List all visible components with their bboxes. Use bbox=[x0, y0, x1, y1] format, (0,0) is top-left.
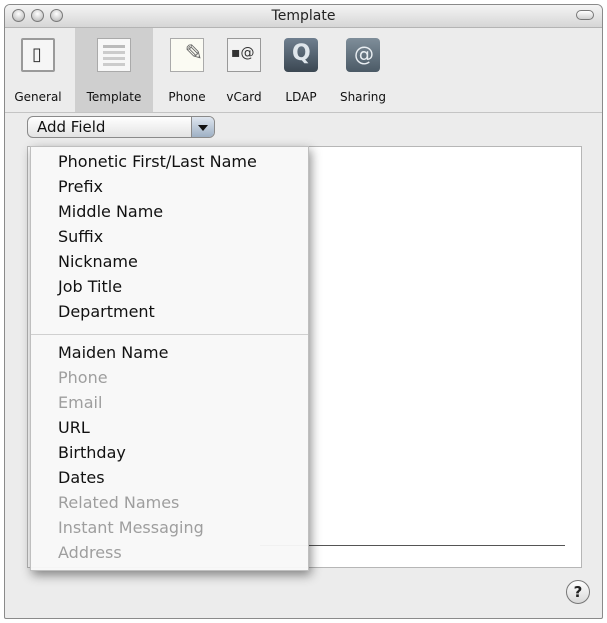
menu-item-nickname[interactable]: Nickname bbox=[58, 252, 138, 272]
tab-sharing[interactable]: Sharing bbox=[331, 28, 395, 112]
tab-vcard-label: vCard bbox=[226, 90, 262, 104]
chevron-down-icon[interactable] bbox=[191, 117, 214, 137]
menu-item-maiden-name[interactable]: Maiden Name bbox=[58, 343, 168, 363]
title-bar[interactable]: Template bbox=[5, 5, 602, 28]
preferences-toolbar: General Template Phone vCard LDAP Sharin… bbox=[5, 28, 602, 113]
menu-item-job-title[interactable]: Job Title bbox=[58, 277, 122, 297]
menu-item-phone: Phone bbox=[58, 368, 108, 387]
window-title: Template bbox=[271, 8, 336, 24]
menu-item-related-names: Related Names bbox=[58, 493, 180, 512]
tab-general[interactable]: General bbox=[7, 28, 69, 112]
ldap-icon bbox=[284, 38, 318, 72]
menu-item-birthday[interactable]: Birthday bbox=[58, 443, 126, 463]
menu-item-phonetic-name[interactable]: Phonetic First/Last Name bbox=[58, 152, 257, 172]
menu-item-email: Email bbox=[58, 393, 103, 412]
add-field-menu: Phonetic First/Last Name Prefix Middle N… bbox=[30, 146, 309, 571]
tab-phone-label: Phone bbox=[168, 90, 206, 104]
tab-template[interactable]: Template bbox=[75, 28, 153, 112]
tab-general-label: General bbox=[14, 90, 62, 104]
tab-ldap-label: LDAP bbox=[285, 90, 317, 104]
template-icon bbox=[97, 38, 131, 72]
menu-item-prefix[interactable]: Prefix bbox=[58, 177, 103, 197]
menu-item-dates[interactable]: Dates bbox=[58, 468, 105, 488]
tab-ldap[interactable]: LDAP bbox=[275, 28, 327, 112]
toolbar-toggle-button[interactable] bbox=[576, 10, 594, 20]
tab-template-label: Template bbox=[86, 90, 142, 104]
help-button[interactable]: ? bbox=[566, 580, 590, 604]
menu-item-department[interactable]: Department bbox=[58, 302, 155, 322]
vcard-icon bbox=[227, 38, 261, 72]
menu-item-instant-messaging: Instant Messaging bbox=[58, 518, 204, 537]
menu-item-url[interactable]: URL bbox=[58, 418, 90, 438]
menu-item-address: Address bbox=[58, 543, 122, 562]
menu-separator bbox=[31, 334, 308, 335]
add-field-label: Add Field bbox=[37, 118, 106, 136]
menu-item-middle-name[interactable]: Middle Name bbox=[58, 202, 163, 222]
phone-icon bbox=[170, 38, 204, 72]
tab-vcard[interactable]: vCard bbox=[219, 28, 269, 112]
menu-item-suffix[interactable]: Suffix bbox=[58, 227, 103, 247]
general-icon bbox=[21, 38, 55, 72]
tab-phone[interactable]: Phone bbox=[159, 28, 215, 112]
tab-sharing-label: Sharing bbox=[339, 90, 387, 104]
add-field-popup[interactable]: Add Field bbox=[27, 116, 215, 138]
sharing-icon bbox=[346, 38, 380, 72]
